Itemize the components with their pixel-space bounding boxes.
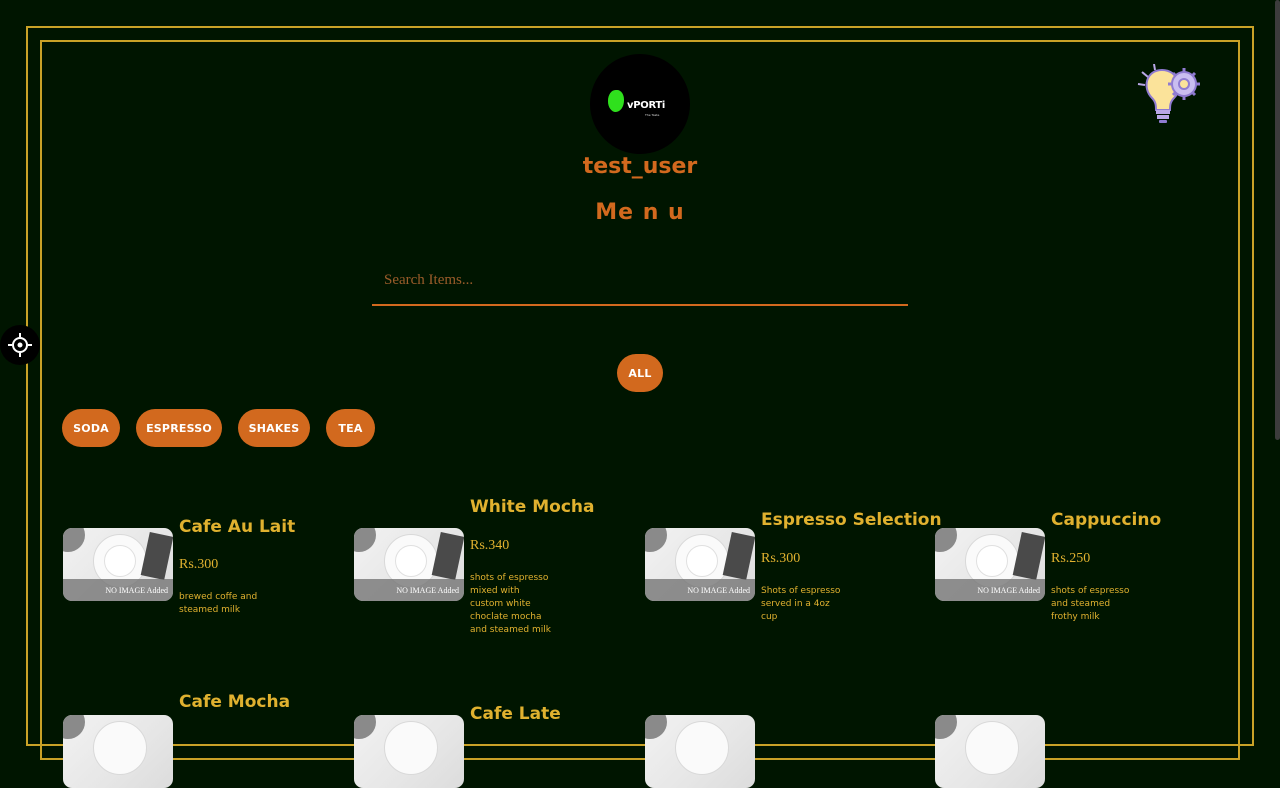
item-image[interactable]: NO IMAGE Added: [63, 528, 173, 601]
item-price: Rs.250: [1051, 551, 1091, 566]
page-title: Me n u: [595, 200, 685, 225]
item-name[interactable]: Espresso Selection: [761, 510, 942, 530]
settings-button[interactable]: [0, 325, 40, 365]
lightbulb-gear-icon[interactable]: [1136, 63, 1202, 124]
item-description: shots of espresso and steamed frothy mil…: [1051, 586, 1130, 622]
item-name[interactable]: Cafe Late: [470, 704, 561, 724]
no-image-caption: NO IMAGE Added: [977, 586, 1040, 595]
filter-soda-button[interactable]: SODA: [62, 409, 120, 447]
logo-mark-icon: [608, 90, 624, 112]
item-image[interactable]: NO IMAGE Added: [935, 528, 1045, 601]
item-name[interactable]: Cappuccino: [1051, 510, 1161, 530]
item-description: brewed coffe and steamed milk: [179, 592, 258, 615]
item-price: Rs.300: [179, 557, 219, 572]
item-price: Rs.340: [470, 538, 510, 553]
filter-shakes-button[interactable]: SHAKES: [238, 409, 310, 447]
item-image[interactable]: NO IMAGE Added: [354, 528, 464, 601]
item-name[interactable]: Cafe Mocha: [179, 692, 290, 712]
item-description: shots of espresso mixed with custom whit…: [470, 573, 551, 635]
no-image-caption: NO IMAGE Added: [687, 586, 750, 595]
logo-text: vPORTi: [627, 100, 666, 111]
item-price: Rs.300: [761, 551, 801, 566]
item-image[interactable]: [354, 715, 464, 788]
item-image[interactable]: [63, 715, 173, 788]
no-image-caption: NO IMAGE Added: [396, 586, 459, 595]
item-image[interactable]: NO IMAGE Added: [645, 528, 755, 601]
scrollbar[interactable]: [1275, 0, 1280, 440]
gear-icon: [8, 333, 32, 357]
filter-all-button[interactable]: ALL: [617, 354, 663, 392]
item-image[interactable]: [645, 715, 755, 788]
filter-tea-button[interactable]: TEA: [326, 409, 375, 447]
item-image[interactable]: [935, 715, 1045, 788]
username: test_user: [582, 154, 698, 179]
item-name[interactable]: White Mocha: [470, 497, 595, 517]
logo-subtext: The Taste: [645, 113, 660, 117]
item-name[interactable]: Cafe Au Lait: [179, 517, 295, 537]
search-input[interactable]: [372, 256, 908, 306]
item-description: Shots of espresso served in a 4oz cup: [761, 586, 841, 622]
no-image-caption: NO IMAGE Added: [105, 586, 168, 595]
avatar[interactable]: vPORTi The Taste: [590, 54, 690, 154]
filter-espresso-button[interactable]: ESPRESSO: [136, 409, 222, 447]
